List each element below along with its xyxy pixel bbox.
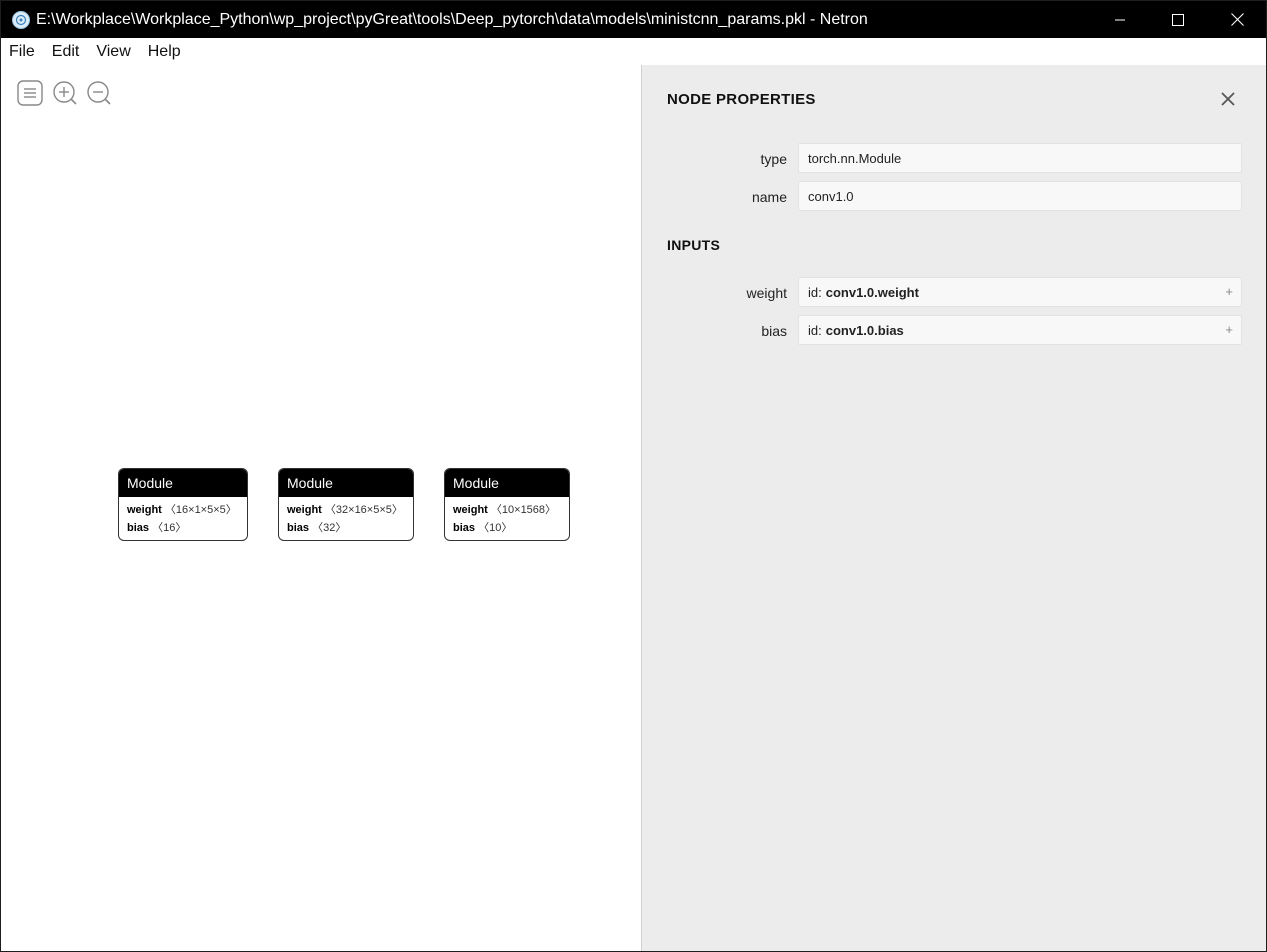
close-icon <box>1230 13 1244 26</box>
node-title: Module <box>445 469 569 497</box>
menu-view[interactable]: View <box>96 43 130 61</box>
attribute-value: 〈32〉 <box>312 522 347 534</box>
property-label-type: type <box>760 151 787 167</box>
inputs-section-title: INPUTS <box>667 237 721 253</box>
attribute-name: bias <box>287 522 310 534</box>
window-title: E:\Workplace\Workplace_Python\wp_project… <box>36 10 868 28</box>
graph-node-module[interactable]: Module weight 〈32×16×5×5〉 bias 〈32〉 <box>278 468 414 541</box>
attribute-value: 〈16〉 <box>152 522 187 534</box>
panel-title: NODE PROPERTIES <box>667 91 816 108</box>
attribute-name: weight <box>287 504 322 516</box>
expand-icon[interactable]: + <box>1225 322 1233 337</box>
window-close-button[interactable] <box>1208 1 1266 38</box>
node-attributes: weight 〈32×16×5×5〉 bias 〈32〉 <box>279 497 413 537</box>
property-value-name[interactable]: conv1.0 <box>798 181 1242 211</box>
input-id-prefix: id: <box>808 284 822 300</box>
attribute-value: 〈16×1×5×5〉 <box>164 504 237 516</box>
sidebar-menu-button[interactable] <box>17 80 43 106</box>
input-value-bias[interactable]: id: conv1.0.bias + <box>798 315 1242 345</box>
node-attribute-row: bias 〈16〉 <box>127 519 239 537</box>
zoom-in-button[interactable] <box>52 80 78 106</box>
node-attribute-row: weight 〈32×16×5×5〉 <box>287 501 405 519</box>
node-title: Module <box>119 469 247 497</box>
menu-help[interactable]: Help <box>148 43 181 61</box>
property-label-name: name <box>751 189 787 205</box>
node-attribute-row: bias 〈32〉 <box>287 519 405 537</box>
property-value-type[interactable]: torch.nn.Module <box>798 143 1242 173</box>
attribute-value: 〈32×16×5×5〉 <box>324 504 403 516</box>
node-attribute-row: weight 〈10×1568〉 <box>453 501 561 519</box>
attribute-name: bias <box>127 522 150 534</box>
graph-canvas[interactable]: Module weight 〈16×1×5×5〉 bias 〈16〉 Modul… <box>1 65 641 951</box>
node-attribute-row: weight 〈16×1×5×5〉 <box>127 501 239 519</box>
menu-edit[interactable]: Edit <box>52 43 80 61</box>
input-label-bias: bias <box>761 323 787 339</box>
close-icon <box>1221 92 1235 106</box>
netron-icon <box>12 10 30 29</box>
expand-icon[interactable]: + <box>1225 284 1233 299</box>
attribute-name: weight <box>127 504 162 516</box>
menu-icon <box>17 80 43 106</box>
netron-window: E:\Workplace\Workplace_Python\wp_project… <box>0 0 1267 952</box>
maximize-icon <box>1172 13 1184 26</box>
menu-bar: File Edit View Help <box>1 38 1266 65</box>
attribute-value: 〈10〉 <box>478 522 513 534</box>
input-value-weight[interactable]: id: conv1.0.weight + <box>798 277 1242 307</box>
node-attributes: weight 〈16×1×5×5〉 bias 〈16〉 <box>119 497 247 537</box>
input-label-weight: weight <box>746 285 787 301</box>
node-properties-panel: NODE PROPERTIES type torch.nn.Module nam… <box>641 65 1266 951</box>
attribute-name: bias <box>453 522 476 534</box>
input-id-value: conv1.0.weight <box>825 284 919 300</box>
menu-file[interactable]: File <box>9 43 35 61</box>
zoom-in-icon <box>53 81 77 105</box>
attribute-value: 〈10×1568〉 <box>490 504 557 516</box>
minimize-button[interactable] <box>1091 1 1149 38</box>
zoom-out-button[interactable] <box>86 80 112 106</box>
node-attributes: weight 〈10×1568〉 bias 〈10〉 <box>445 497 569 537</box>
node-attribute-row: bias 〈10〉 <box>453 519 561 537</box>
input-id-prefix: id: <box>808 322 822 338</box>
input-id-value: conv1.0.bias <box>825 322 904 338</box>
maximize-button[interactable] <box>1149 1 1207 38</box>
graph-node-module[interactable]: Module weight 〈16×1×5×5〉 bias 〈16〉 <box>118 468 248 541</box>
graph-node-module[interactable]: Module weight 〈10×1568〉 bias 〈10〉 <box>444 468 570 541</box>
property-value-text: torch.nn.Module <box>808 150 902 166</box>
zoom-out-icon <box>87 81 111 105</box>
minimize-icon <box>1115 19 1125 20</box>
property-value-text: conv1.0 <box>808 188 854 204</box>
title-bar: E:\Workplace\Workplace_Python\wp_project… <box>1 1 1266 38</box>
panel-close-button[interactable] <box>1218 89 1238 109</box>
attribute-name: weight <box>453 504 488 516</box>
node-title: Module <box>279 469 413 497</box>
